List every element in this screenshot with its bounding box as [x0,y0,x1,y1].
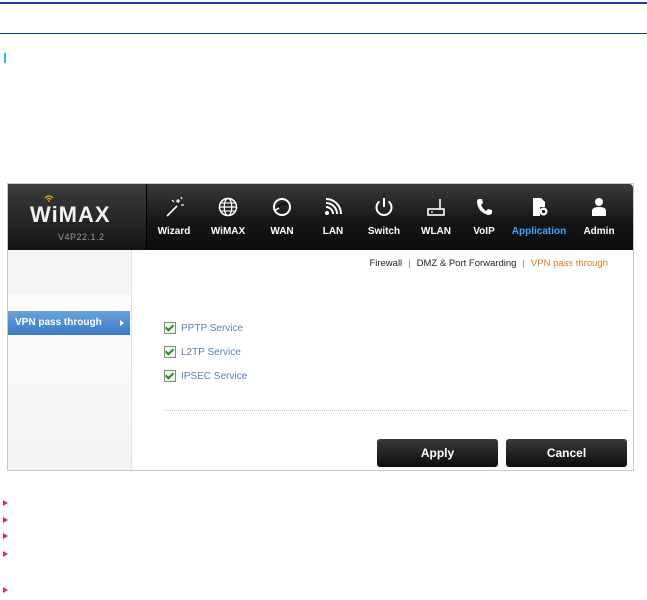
nav-label: LAN [322,226,344,237]
ipsec-checkbox[interactable] [164,370,176,382]
brand-area: WiMAX V4P22.1.2 [8,184,147,250]
nav-label: WiMAX [210,226,246,237]
content-area: VPN pass through Firewall | DMZ & Port For… [8,250,633,470]
nav-label: Application [511,226,567,237]
apply-button[interactable]: Apply [377,439,498,467]
logo: WiMAX [30,195,111,228]
subnav-separator: | [408,258,411,269]
nav-label: WLAN [421,226,451,237]
l2tp-label: L2TP Service [181,346,241,358]
option-ipsec: IPSEC Service [164,364,247,388]
pptp-label: PPTP Service [181,322,244,334]
signal-icon [325,198,342,215]
divider [164,410,629,411]
nav-item-admin[interactable]: Admin [572,184,626,250]
option-l2tp: L2TP Service [164,340,247,364]
cancel-button[interactable]: Cancel [506,439,627,467]
subnav-firewall[interactable]: Firewall [366,258,405,269]
nav-item-application[interactable]: Application [506,184,572,250]
top-rule [0,2,647,4]
globe-swirl-icon [273,198,291,216]
nav-item-switch[interactable]: Switch [358,184,410,250]
bullet-marker [3,533,9,539]
ipsec-label: IPSEC Service [181,370,248,382]
nav-label: Admin [583,226,615,237]
nav-label: Switch [367,226,401,237]
nav-item-lan[interactable]: LAN [308,184,358,250]
wifi-icon [44,195,54,202]
power-icon [375,198,393,216]
section-marker [4,53,6,63]
main-nav: Wizard WiMAX WAN LAN Switch WLAN VoIP Ap… [148,184,626,250]
header-rule [0,33,647,34]
phone-icon [477,199,492,215]
sidebar-item-vpn-pass-through[interactable]: VPN pass through [8,311,130,335]
app-gear-icon [533,198,548,216]
nav-item-wimax[interactable]: WiMAX [200,184,256,250]
nav-item-wan[interactable]: WAN [256,184,308,250]
pptp-checkbox[interactable] [164,322,176,334]
sidebar-header [8,250,131,294]
top-navigation-bar: WiMAX V4P22.1.2 Wizard WiMAX WAN LAN Swi… [8,184,633,250]
bullet-marker [3,500,9,506]
nav-item-voip[interactable]: VoIP [462,184,506,250]
nav-label: Wizard [157,226,191,237]
sub-navigation: Firewall | DMZ & Port Forwarding | VPN pass … [366,258,611,269]
nav-item-wizard[interactable]: Wizard [148,184,200,250]
vpn-options: PPTP Service L2TP Service IPSEC Service [164,316,247,388]
globe-icon [218,197,238,217]
nav-item-wlan[interactable]: WLAN [410,184,462,250]
router-icon [427,199,445,216]
nav-label: WAN [270,226,294,237]
firmware-version: V4P22.1.2 [58,232,105,242]
wand-icon [166,196,184,217]
bullet-marker [3,517,9,523]
option-pptp: PPTP Service [164,316,247,340]
bullet-marker [3,551,9,557]
user-icon [592,198,606,216]
sidebar: VPN pass through [8,250,132,470]
subnav-dmz-port-forwarding[interactable]: DMZ & Port Forwarding [414,258,520,269]
bullet-marker [3,587,9,593]
l2tp-checkbox[interactable] [164,346,176,358]
logo-text: WiMAX [30,202,111,227]
router-admin-screenshot: WiMAX V4P22.1.2 Wizard WiMAX WAN LAN Swi… [7,183,634,471]
nav-label: VoIP [473,226,495,237]
subnav-separator: | [522,258,525,269]
subnav-vpn-pass-through[interactable]: VPN pass through [528,258,611,269]
sidebar-item-label: VPN pass through [15,317,102,328]
chevron-right-icon [120,320,124,326]
